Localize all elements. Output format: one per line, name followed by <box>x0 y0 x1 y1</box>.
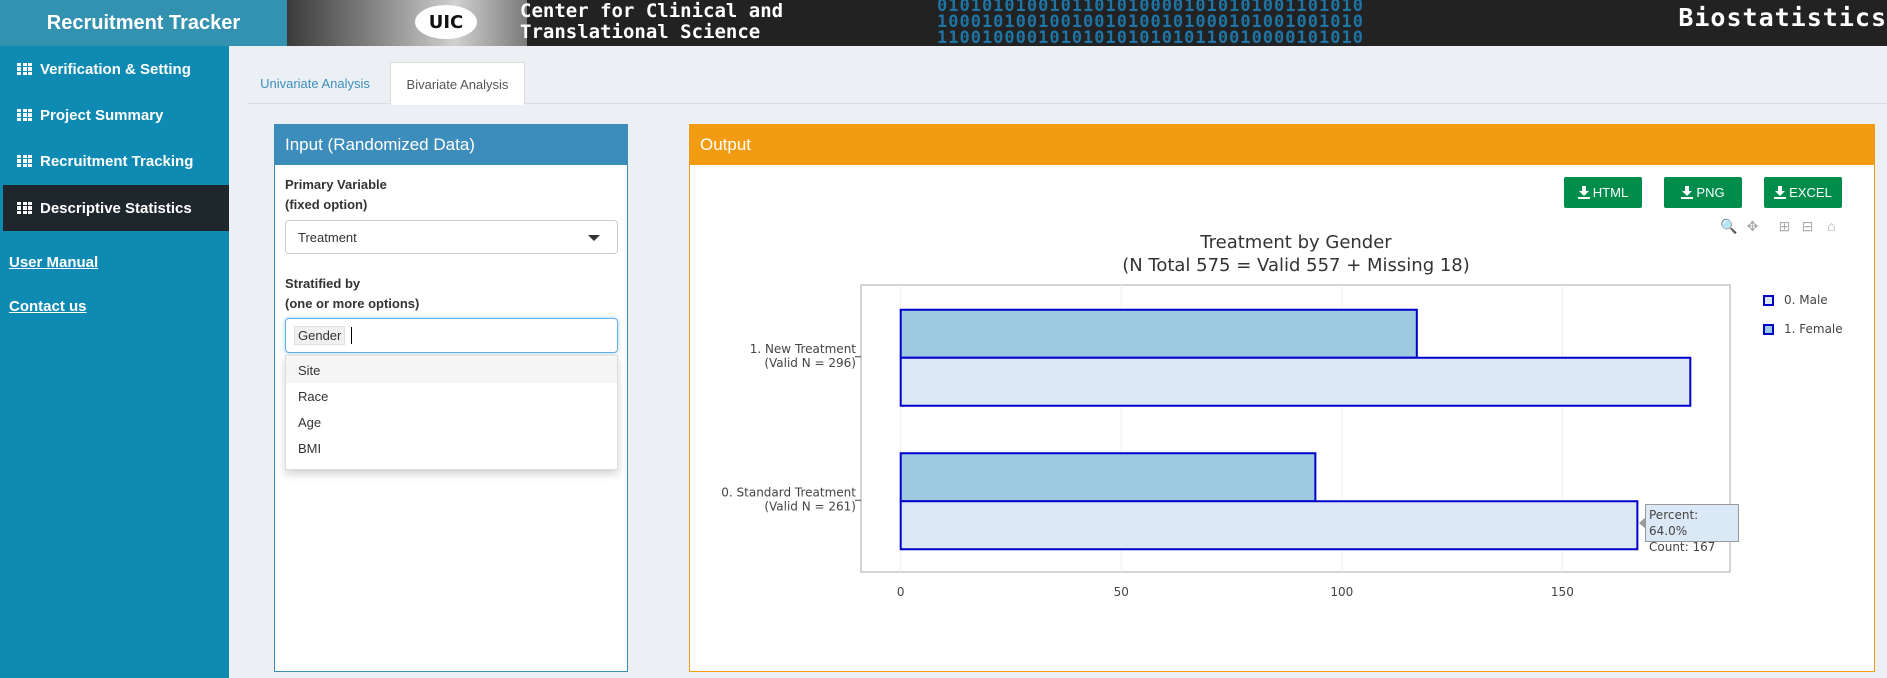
stratified-by-label: Stratified by (one or more options) <box>285 274 419 314</box>
banner-center-title: Center for Clinical and Translational Sc… <box>520 1 783 43</box>
primary-variable-label: Primary Variable (fixed option) <box>285 175 387 215</box>
sidebar-item-label: Verification & Setting <box>40 60 191 78</box>
y-tick-label-n: (Valid N = 296) <box>764 356 856 370</box>
sidebar-item-label: Project Summary <box>40 106 164 124</box>
sidebar-item-recruitment-tracking[interactable]: Recruitment Tracking <box>0 138 229 184</box>
stratified-by-input[interactable]: Gender <box>285 318 618 353</box>
bar-female-1[interactable] <box>899 308 1418 359</box>
table-icon <box>17 62 32 76</box>
y-tick-label: 1. New Treatment <box>750 342 857 356</box>
banner-center-line1: Center for Clinical and <box>520 0 784 22</box>
x-tick-label: 100 <box>1330 585 1353 599</box>
zoom-icon[interactable]: 🔍 <box>1720 219 1737 234</box>
selected-option-chip[interactable]: Gender <box>294 326 346 345</box>
y-tick-label: 0. Standard Treatment <box>721 485 856 499</box>
tooltip-percent: Percent: 64.0% <box>1649 508 1699 538</box>
legend-item-female[interactable]: 1. Female <box>1763 322 1843 336</box>
download-png-label: PNG <box>1696 185 1725 200</box>
stratified-by-label-line1: Stratified by <box>285 276 361 291</box>
dropdown-option-age[interactable]: Age <box>286 409 617 435</box>
tab-bivariate-analysis[interactable]: Bivariate Analysis <box>390 62 525 105</box>
chart-title-line1: Treatment by Gender <box>1200 232 1392 253</box>
primary-variable-select[interactable]: Treatment <box>285 220 618 254</box>
app-title[interactable]: Recruitment Tracker <box>0 0 287 46</box>
table-icon <box>17 108 32 122</box>
legend-item-male[interactable]: 0. Male <box>1763 293 1828 307</box>
hover-tooltip: Percent: 64.0% Count: 167 <box>1639 504 1739 554</box>
y-tick-label-n: (Valid N = 261) <box>764 499 856 513</box>
table-icon <box>17 154 32 168</box>
bar-male-0[interactable] <box>899 500 1639 551</box>
download-excel-button[interactable]: EXCEL <box>1764 177 1842 208</box>
sidebar-item-label: Descriptive Statistics <box>40 199 192 217</box>
contact-us-link[interactable]: Contact us <box>9 298 87 315</box>
reset-home-icon[interactable]: ⌂ <box>1824 219 1839 234</box>
zoom-out-icon[interactable]: ⊟ <box>1800 219 1815 234</box>
dropdown-option-bmi[interactable]: BMI <box>286 435 617 461</box>
download-excel-label: EXCEL <box>1789 185 1832 200</box>
output-panel-title: Output <box>689 124 1875 165</box>
sidebar: Verification & Setting Project Summary R… <box>0 46 229 678</box>
stratified-by-label-line2: (one or more options) <box>285 296 420 311</box>
sidebar-item-project-summary[interactable]: Project Summary <box>0 92 229 138</box>
chevron-down-icon <box>588 235 600 241</box>
sidebar-item-verification[interactable]: Verification & Setting <box>0 46 229 92</box>
bar-male-1[interactable] <box>899 356 1692 407</box>
banner-center-line2: Translational Science <box>520 21 761 43</box>
text-cursor <box>351 327 353 344</box>
download-icon <box>1681 186 1694 199</box>
legend-label: 0. Male <box>1784 293 1828 307</box>
pan-icon[interactable]: ✥ <box>1745 219 1760 234</box>
user-manual-link[interactable]: User Manual <box>9 254 98 271</box>
download-html-label: HTML <box>1592 185 1629 200</box>
uic-logo: UIC <box>415 5 477 39</box>
x-tick-label: 150 <box>1551 585 1574 599</box>
dropdown-option-race[interactable]: Race <box>286 383 617 409</box>
download-icon <box>1577 186 1590 199</box>
primary-variable-label-line2: (fixed option) <box>285 197 368 212</box>
download-html-button[interactable]: HTML <box>1564 177 1642 208</box>
x-tick-label: 0 <box>897 585 905 599</box>
banner-photo <box>287 0 527 46</box>
table-icon <box>17 201 32 215</box>
input-panel-title: Input (Randomized Data) <box>274 124 628 165</box>
bar-female-0[interactable] <box>899 452 1317 503</box>
header-banner: UIC Center for Clinical and Translationa… <box>287 0 1887 46</box>
download-icon <box>1774 186 1787 199</box>
banner-right-title: Biostatistics <box>1678 3 1887 32</box>
sidebar-item-descriptive-statistics[interactable]: Descriptive Statistics <box>0 185 229 231</box>
tab-univariate-analysis[interactable]: Univariate Analysis <box>247 62 383 104</box>
stratified-by-dropdown: Site Race Age BMI <box>285 355 618 470</box>
download-png-button[interactable]: PNG <box>1664 177 1742 208</box>
sidebar-item-label: Recruitment Tracking <box>40 152 194 170</box>
bar-chart: 0. Standard Treatment(Valid N = 261) 1. N… <box>721 284 1731 599</box>
zoom-in-icon[interactable]: ⊞ <box>1777 219 1792 234</box>
legend-swatch <box>1763 323 1774 335</box>
banner-binary-pattern: 01010101001011010100001010101001101010 1… <box>937 0 1364 46</box>
x-tick-label: 50 <box>1114 585 1129 599</box>
legend-swatch <box>1763 294 1774 306</box>
dropdown-option-site[interactable]: Site <box>286 357 617 383</box>
tooltip-count: Count: 167 <box>1649 540 1716 554</box>
primary-variable-label-line1: Primary Variable <box>285 177 387 192</box>
primary-variable-value: Treatment <box>298 229 357 245</box>
legend-label: 1. Female <box>1784 322 1843 336</box>
